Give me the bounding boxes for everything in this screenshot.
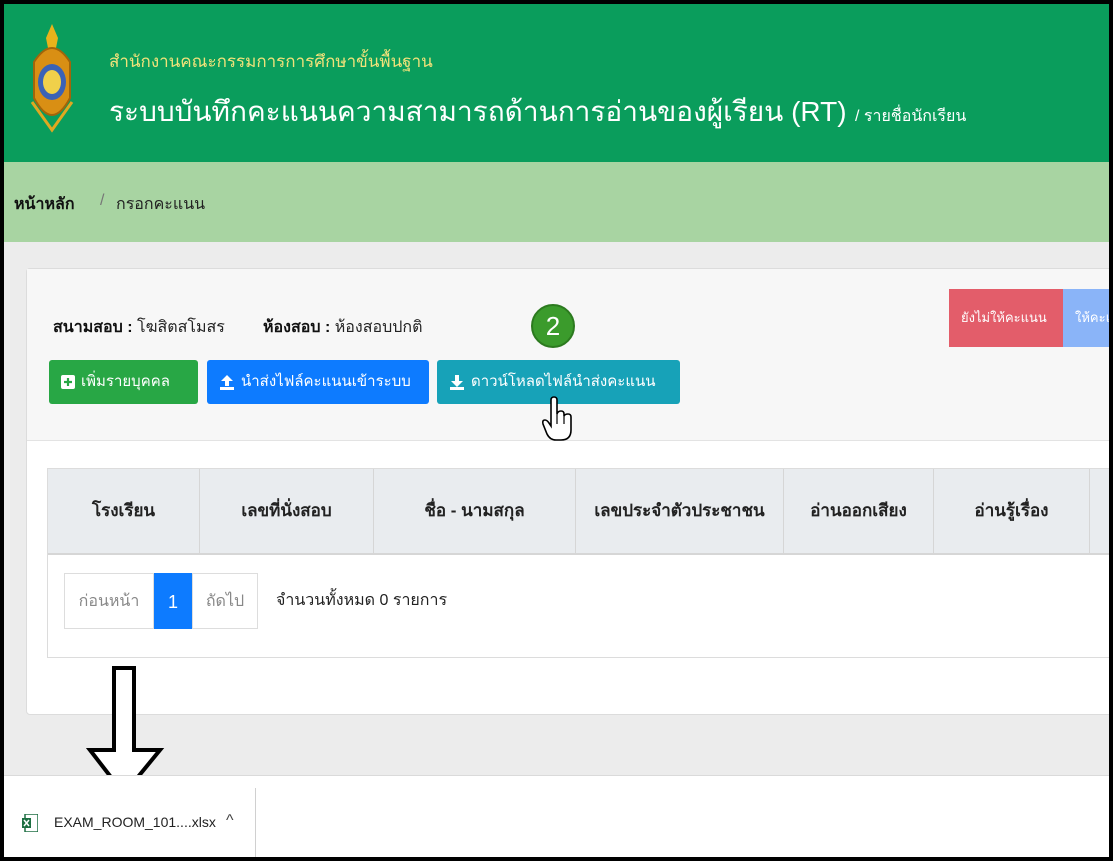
title-row: ระบบบันทึกคะแนนความสามารถด้านการอ่านของผ… [109,90,966,134]
ministry-emblem-icon [30,24,74,133]
room-label: ห้องสอบ : [263,319,331,336]
prev-page-button[interactable]: ก่อนหน้า [64,573,154,629]
add-person-label: เพิ่มรายบุคคล [81,373,170,390]
breadcrumb-separator: / [100,192,105,209]
organization-name: สำนักงานคณะกรรมการการศึกษาขั้นพื้นฐาน [109,52,433,71]
breadcrumb-home-link[interactable]: หน้าหลัก [14,192,75,217]
app-header: สำนักงานคณะกรรมการการศึกษาขั้นพื้นฐาน ระ… [4,4,1109,162]
step-marker: 2 [531,304,575,348]
venue-value: โฆสิตสโมสร [137,319,225,336]
scored-filter-button[interactable]: ให้คะแน [1063,289,1109,347]
page-subtitle: / รายชื่อนักเรียน [855,108,967,125]
room-info: ห้องสอบ : ห้องสอบปกติ [263,315,422,340]
table-header: โรงเรียน เลขที่นั่งสอบ ชื่อ - นามสกุล เล… [48,469,1109,555]
download-filename[interactable]: EXAM_ROOM_101....xlsx [54,814,216,830]
column-header[interactable]: ชื่อ - นามสกุล [374,469,576,553]
download-divider [255,788,256,857]
venue-info: สนามสอบ : โฆสิตสโมสร [53,315,225,340]
download-icon [450,375,464,391]
total-count: จำนวนทั้งหมด 0 รายการ [276,592,448,609]
upload-score-file-button[interactable]: นำส่งไฟล์คะแนนเข้าระบบ [207,360,429,404]
plus-file-icon [61,375,75,390]
download-label: ดาวน์โหลดไฟล์นำส่งคะแนน [471,373,656,390]
breadcrumb-current: กรอกคะแนน [116,196,206,213]
add-person-button[interactable]: เพิ่มรายบุคคล [49,360,198,404]
breadcrumb: หน้าหลัก / กรอกคะแนน [4,162,1109,242]
screenshot-frame: สำนักงานคณะกรรมการการศึกษาขั้นพื้นฐาน ระ… [0,0,1113,861]
card-toolbar: สนามสอบ : โฆสิตสโมสร ห้องสอบ : ห้องสอบปก… [27,269,1109,441]
page-1-button[interactable]: 1 [154,573,192,629]
page-title: ระบบบันทึกคะแนนความสามารถด้านการอ่านของผ… [109,96,847,127]
download-bar: EXAM_ROOM_101....xlsx ^ [4,775,1109,857]
excel-file-icon [22,814,38,832]
page-main: สำนักงานคณะกรรมการการศึกษาขั้นพื้นฐาน ระ… [4,4,1109,775]
column-header[interactable]: อ่านรู้เรื่อง [934,469,1090,553]
upload-icon [220,375,234,391]
column-header[interactable]: โรงเรียน [48,469,200,553]
column-header[interactable]: เลขที่นั่งสอบ [200,469,374,553]
chevron-up-icon[interactable]: ^ [226,812,234,830]
column-header[interactable]: เลขประจำตัวประชาชน [576,469,784,553]
upload-label: นำส่งไฟล์คะแนนเข้าระบบ [241,373,411,390]
score-table: โรงเรียน เลขที่นั่งสอบ ชื่อ - นามสกุล เล… [47,468,1109,658]
hand-cursor-icon [541,396,572,441]
column-header[interactable]: อ่านออกเสียง [784,469,934,553]
score-card: สนามสอบ : โฆสิตสโมสร ห้องสอบ : ห้องสอบปก… [26,268,1109,715]
room-value: ห้องสอบปกติ [334,319,423,336]
venue-label: สนามสอบ : [53,319,133,336]
next-page-button[interactable]: ถัดไป [192,573,258,629]
